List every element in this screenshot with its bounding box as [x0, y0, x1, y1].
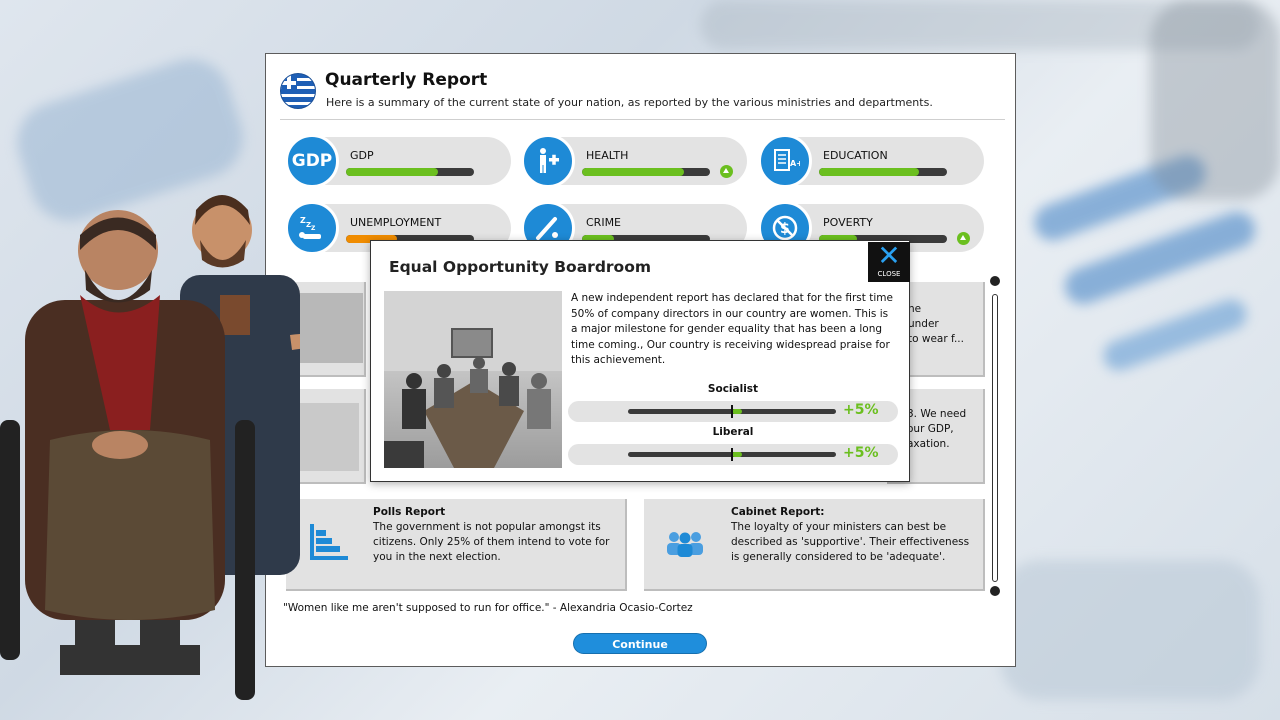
scroll-up-button[interactable]	[990, 276, 1000, 286]
stat-label: GDP	[350, 149, 374, 162]
effect-gain-bar	[732, 452, 742, 457]
scrollbar[interactable]	[990, 276, 1000, 596]
close-label: CLOSE	[877, 270, 901, 278]
svg-text:A+: A+	[790, 159, 800, 168]
scroll-track[interactable]	[992, 294, 998, 582]
education-icon: A+	[758, 134, 812, 188]
close-button[interactable]: ✕ CLOSE	[868, 242, 910, 282]
boardroom-illustration	[384, 291, 562, 468]
effect-center-marker	[731, 405, 733, 418]
effect-track	[628, 405, 836, 418]
effect-gain-bar	[732, 409, 742, 414]
stat-label: EDUCATION	[823, 149, 888, 162]
card-text: 3. We need our GDP, axation.	[907, 408, 967, 450]
stat-label: UNEMPLOYMENT	[350, 216, 442, 229]
stat-health[interactable]: HEALTH	[521, 134, 747, 188]
popup-title: Equal Opportunity Boardroom	[389, 258, 652, 276]
continue-button[interactable]: Continue	[573, 633, 707, 654]
effect-group-label: Liberal	[712, 426, 754, 438]
page-title: Quarterly Report	[325, 70, 488, 90]
stat-label: POVERTY	[823, 216, 873, 229]
popup-description: A new independent report has declared th…	[571, 292, 893, 366]
background-blur-shape	[1150, 0, 1280, 200]
event-popup: Equal Opportunity Boardroom ✕ CLOSE A ne…	[370, 240, 910, 482]
stat-label: CRIME	[586, 216, 622, 229]
ministers-group-icon	[667, 532, 703, 557]
effect-change: +5%	[843, 402, 879, 418]
card-text: he under to wear f...	[908, 303, 964, 345]
background-blur-shape	[1000, 560, 1260, 700]
card-text: The loyalty of your ministers can best b…	[731, 521, 970, 563]
effect-socialist: +5%	[568, 401, 898, 422]
effect-group-label: Socialist	[707, 383, 759, 395]
advisor-characters-illustration	[0, 195, 300, 700]
effect-track	[628, 448, 836, 461]
report-header: Quarterly Report Here is a summary of th…	[280, 70, 1005, 120]
stat-education[interactable]: A+ EDUCATION	[758, 134, 984, 188]
effect-change: +5%	[843, 445, 879, 461]
effect-center-marker	[731, 448, 733, 461]
polls-report-card[interactable]: Polls Report The government is not popul…	[286, 499, 627, 591]
card-title: Polls Report	[373, 506, 446, 518]
close-icon: ✕	[877, 239, 901, 272]
cabinet-report-card[interactable]: Cabinet Report: The loyalty of your mini…	[644, 499, 985, 591]
card-text: The government is not popular amongst it…	[373, 521, 610, 563]
trend-up-icon	[720, 165, 733, 178]
stat-gdp[interactable]: GDP GDP	[285, 134, 511, 188]
card-title: Cabinet Report:	[731, 506, 825, 518]
svg-text:Z: Z	[311, 225, 316, 232]
stat-bar	[819, 168, 947, 176]
minister-portrait	[293, 403, 359, 471]
health-icon	[521, 134, 575, 188]
greece-flag-icon	[280, 73, 316, 109]
stat-bar	[582, 168, 710, 176]
trend-up-icon	[957, 232, 970, 245]
quote-text: "Women like me aren't supposed to run fo…	[283, 602, 693, 614]
background-blur-shape	[1099, 295, 1251, 375]
effect-liberal: +5%	[568, 444, 898, 465]
stat-bar	[346, 168, 474, 176]
stat-label: HEALTH	[586, 149, 629, 162]
bar-chart-icon	[310, 524, 348, 560]
card-thumbnail	[293, 293, 363, 363]
page-subtitle: Here is a summary of the current state o…	[326, 96, 933, 109]
scroll-down-button[interactable]	[990, 586, 1000, 596]
